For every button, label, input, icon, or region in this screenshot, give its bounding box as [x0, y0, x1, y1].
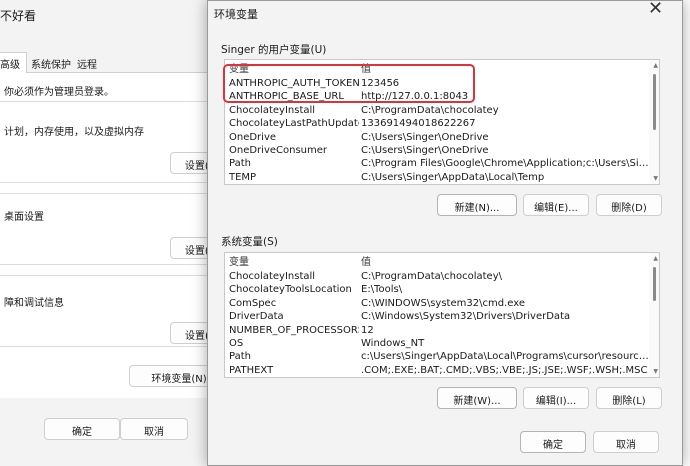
system-variables-label: 系统变量(S) [221, 236, 278, 248]
variable-value: C:\Users\Singer\AppData\Local\Temp [361, 171, 545, 183]
variable-name: OneDriveConsumer [229, 145, 328, 156]
table-row[interactable]: ChocolateyLastPathUpdate 133691494018622… [225, 117, 651, 130]
variable-value: Windows_NT [361, 338, 425, 349]
user-variables-list[interactable]: 变量 值 ANTHROPIC_AUTH_TOKEN 123456 ANTHROP… [224, 59, 660, 185]
table-row[interactable]: OS Windows_NT [225, 337, 651, 350]
table-row[interactable]: ChocolateyInstall C:\ProgramData\chocola… [225, 270, 651, 283]
variable-name: ANTHROPIC_AUTH_TOKEN [229, 78, 359, 89]
window-title: 不好看 [0, 9, 37, 23]
ok-button[interactable]: 确定 [44, 418, 120, 440]
vertical-scrollbar[interactable]: ▲ ▼ [649, 253, 659, 377]
variable-value: C:\ProgramData\chocolatey\ [361, 271, 502, 282]
column-header-value[interactable]: 值 [361, 256, 651, 269]
admin-notice: 你必须作为管理员登录。 [4, 87, 114, 98]
user-edit-button[interactable]: 编辑(E)... [523, 194, 589, 216]
variable-value: C:\Users\Singer\OneDrive [361, 145, 489, 156]
system-new-button[interactable]: 新建(W)... [437, 387, 517, 409]
tab-bar: 高级 系统保护 远程 [0, 52, 222, 74]
variable-value: c:\Users\Singer\AppData\Local\Programs\c… [361, 351, 651, 363]
profile-description: 桌面设置 [4, 212, 44, 223]
table-row[interactable]: ANTHROPIC_AUTH_TOKEN 123456 [225, 77, 651, 90]
user-variables-label: Singer 的用户变量(U) [221, 44, 327, 56]
table-row[interactable]: Path c:\Users\Singer\AppData\Local\Progr… [225, 350, 651, 363]
vertical-scrollbar[interactable]: ▲ ▼ [649, 60, 659, 184]
variable-value: .COM;.EXE;.BAT;.CMD;.VBS;.VBE;.JS;.JSE;.… [361, 364, 648, 376]
variable-value: C:\Users\Singer\OneDrive [361, 131, 489, 143]
table-row[interactable]: Path C:\Program Files\Google\Chrome\Appl… [225, 157, 651, 170]
tab-system-protection[interactable]: 系统保护 [31, 56, 71, 71]
variable-name: OS [229, 338, 244, 349]
table-row[interactable]: DriverData C:\Windows\System32\Drivers\D… [225, 310, 651, 323]
close-icon[interactable]: ✕ [648, 0, 663, 19]
variable-name: ChocolateyInstall [229, 271, 316, 282]
variable-name: ComSpec [229, 297, 277, 309]
scroll-up-icon[interactable]: ▲ [653, 255, 658, 262]
variable-value: C:\ProgramData\chocolatey [361, 104, 499, 116]
variable-value: http://127.0.0.1:8043 [361, 91, 469, 103]
user-new-button[interactable]: 新建(N)... [437, 194, 517, 216]
system-edit-button[interactable]: 编辑(I)... [523, 387, 589, 409]
scrollbar-thumb[interactable] [653, 74, 656, 130]
list-header: 变量 值 [225, 256, 651, 269]
table-row[interactable]: ChocolateyToolsLocation E:\Tools\ [225, 283, 651, 296]
variable-name: PATHEXT [229, 364, 274, 376]
environment-variables-dialog: 环境变量 ✕ Singer 的用户变量(U) 变量 值 ANTHROPIC_AU… [207, 0, 683, 466]
column-header-name[interactable]: 变量 [229, 256, 359, 269]
variable-value: C:\Program Files\Google\Chrome\Applicati… [361, 158, 651, 170]
scroll-down-icon[interactable]: ▼ [653, 368, 658, 375]
variable-value: 123456 [361, 78, 400, 89]
variable-value: 12 [361, 324, 374, 336]
table-row[interactable]: TEMP C:\Users\Singer\AppData\Local\Temp [225, 171, 651, 184]
table-row[interactable]: ANTHROPIC_BASE_URL http://127.0.0.1:8043 [225, 90, 651, 103]
variable-name: DriverData [229, 311, 284, 323]
dialog-ok-button[interactable]: 确定 [520, 431, 586, 453]
table-row[interactable]: PATHEXT .COM;.EXE;.BAT;.CMD;.VBS;.VBE;.J… [225, 364, 651, 377]
variable-name: ChocolateyLastPathUpdate [229, 118, 359, 130]
variable-name: ANTHROPIC_BASE_URL [229, 91, 344, 103]
scroll-down-icon[interactable]: ▼ [653, 175, 658, 182]
variable-name: NUMBER_OF_PROCESSORS [229, 324, 359, 336]
variable-name: Path [229, 351, 251, 363]
variable-value: C:\WINDOWS\system32\cmd.exe [361, 297, 525, 309]
dialog-cancel-button[interactable]: 取消 [593, 431, 659, 453]
advanced-panel: 你必须作为管理员登录。 计划，内存使用，以及虚拟内存 设置(S 桌面设置 设置(… [0, 73, 222, 398]
variable-name: TEMP [229, 171, 257, 183]
table-row[interactable]: OneDriveConsumer C:\Users\Singer\OneDriv… [225, 144, 651, 157]
variable-name: ChocolateyInstall [229, 104, 316, 116]
scrollbar-thumb[interactable] [653, 267, 656, 301]
variable-value: 133691494018622267 [361, 118, 476, 130]
variable-value: C:\Windows\System32\Drivers\DriverData [361, 311, 571, 323]
table-row[interactable]: NUMBER_OF_PROCESSORS 12 [225, 324, 651, 337]
variable-name: OneDrive [229, 131, 277, 143]
table-row[interactable]: ComSpec C:\WINDOWS\system32\cmd.exe [225, 297, 651, 310]
startup-description: 障和调试信息 [4, 298, 64, 309]
column-header-name[interactable]: 变量 [229, 63, 359, 76]
user-delete-button[interactable]: 删除(D) [596, 194, 662, 216]
list-header: 变量 值 [225, 63, 651, 76]
tab-advanced[interactable]: 高级 [0, 52, 27, 74]
system-variables-list[interactable]: 变量 值 ChocolateyInstall C:\ProgramData\ch… [224, 252, 660, 378]
scroll-up-icon[interactable]: ▲ [653, 62, 658, 69]
cancel-button[interactable]: 取消 [120, 418, 188, 440]
dialog-title: 环境变量 [214, 8, 258, 21]
column-header-value[interactable]: 值 [361, 63, 651, 76]
variable-value: E:\Tools\ [361, 284, 403, 296]
tab-remote[interactable]: 远程 [77, 56, 97, 71]
table-row[interactable]: ChocolateyInstall C:\ProgramData\chocola… [225, 104, 651, 117]
performance-description: 计划，内存使用，以及虚拟内存 [4, 127, 144, 138]
variable-name: Path [229, 158, 251, 170]
table-row[interactable]: OneDrive C:\Users\Singer\OneDrive [225, 131, 651, 144]
system-delete-button[interactable]: 删除(L) [596, 387, 662, 409]
variable-name: ChocolateyToolsLocation [229, 284, 352, 296]
system-properties-window: 不好看 高级 系统保护 远程 你必须作为管理员登录。 计划，内存使用，以及虚拟内… [0, 0, 222, 466]
